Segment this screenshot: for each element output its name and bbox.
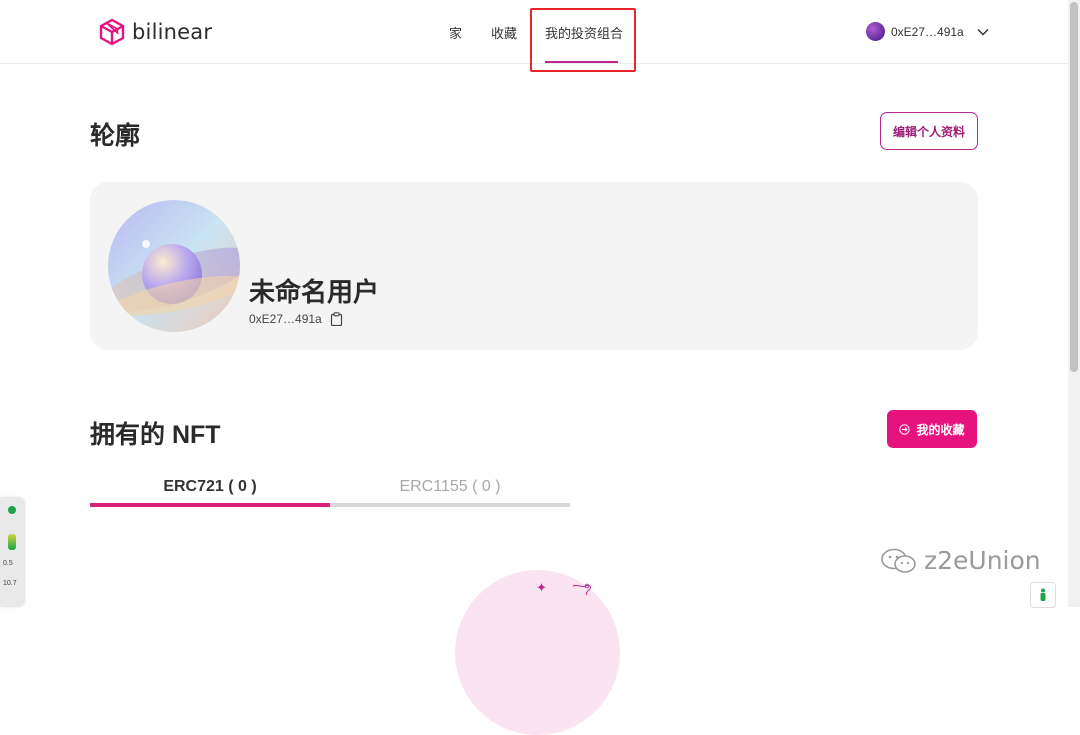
- wechat-icon: [881, 548, 916, 573]
- wallet-address: 0xE27…491a: [891, 24, 964, 39]
- network-monitor-widget[interactable]: 0.5 10.7: [0, 498, 24, 606]
- person-icon: [1040, 588, 1046, 601]
- monitor-value-1: 0.5: [3, 560, 13, 567]
- profile-title: 轮廓: [90, 122, 141, 150]
- tab-erc1155[interactable]: ERC1155 ( 0 ): [330, 478, 570, 496]
- tab-erc721[interactable]: ERC721 ( 0 ): [90, 478, 330, 496]
- highlight-annotation-box: [530, 8, 636, 72]
- scrollbar-thumb[interactable]: [1070, 2, 1078, 372]
- my-collection-button[interactable]: 我的收藏: [887, 410, 977, 448]
- wallet-menu[interactable]: 0xE27…491a: [866, 22, 990, 41]
- edit-profile-button[interactable]: 编辑个人资料: [880, 112, 978, 150]
- cube-logo-icon: [99, 18, 125, 46]
- squiggle-icon: [572, 583, 591, 596]
- tab-active-indicator: [90, 503, 330, 507]
- nav-favorites[interactable]: 收藏: [491, 23, 517, 42]
- profile-address-row: 0xE27…491a: [249, 312, 343, 326]
- brand-name: bilinear: [132, 20, 213, 44]
- watermark: z2eUnion: [880, 546, 1041, 575]
- watermark-text: z2eUnion: [924, 546, 1041, 575]
- profile-address: 0xE27…491a: [249, 312, 322, 326]
- status-dot-icon: [8, 506, 16, 514]
- avatar: [108, 200, 240, 332]
- tab-inactive-indicator: [330, 503, 570, 507]
- sparkle-icon: ✦: [536, 580, 547, 595]
- copy-icon[interactable]: [330, 312, 343, 326]
- monitor-value-2: 10.7: [3, 580, 17, 587]
- chevron-down-icon: [977, 28, 989, 36]
- nav-home[interactable]: 家: [449, 23, 462, 42]
- username: 未命名用户: [249, 277, 380, 307]
- arrow-circle-icon: [899, 423, 911, 435]
- help-button[interactable]: [1030, 582, 1056, 608]
- my-collection-label: 我的收藏: [916, 422, 965, 437]
- wallet-avatar: [866, 22, 885, 41]
- usage-bar-icon: [8, 534, 16, 550]
- page-scrollbar[interactable]: [1068, 0, 1080, 607]
- logo[interactable]: bilinear: [98, 18, 212, 46]
- owned-nft-title: 拥有的 NFT: [90, 421, 221, 449]
